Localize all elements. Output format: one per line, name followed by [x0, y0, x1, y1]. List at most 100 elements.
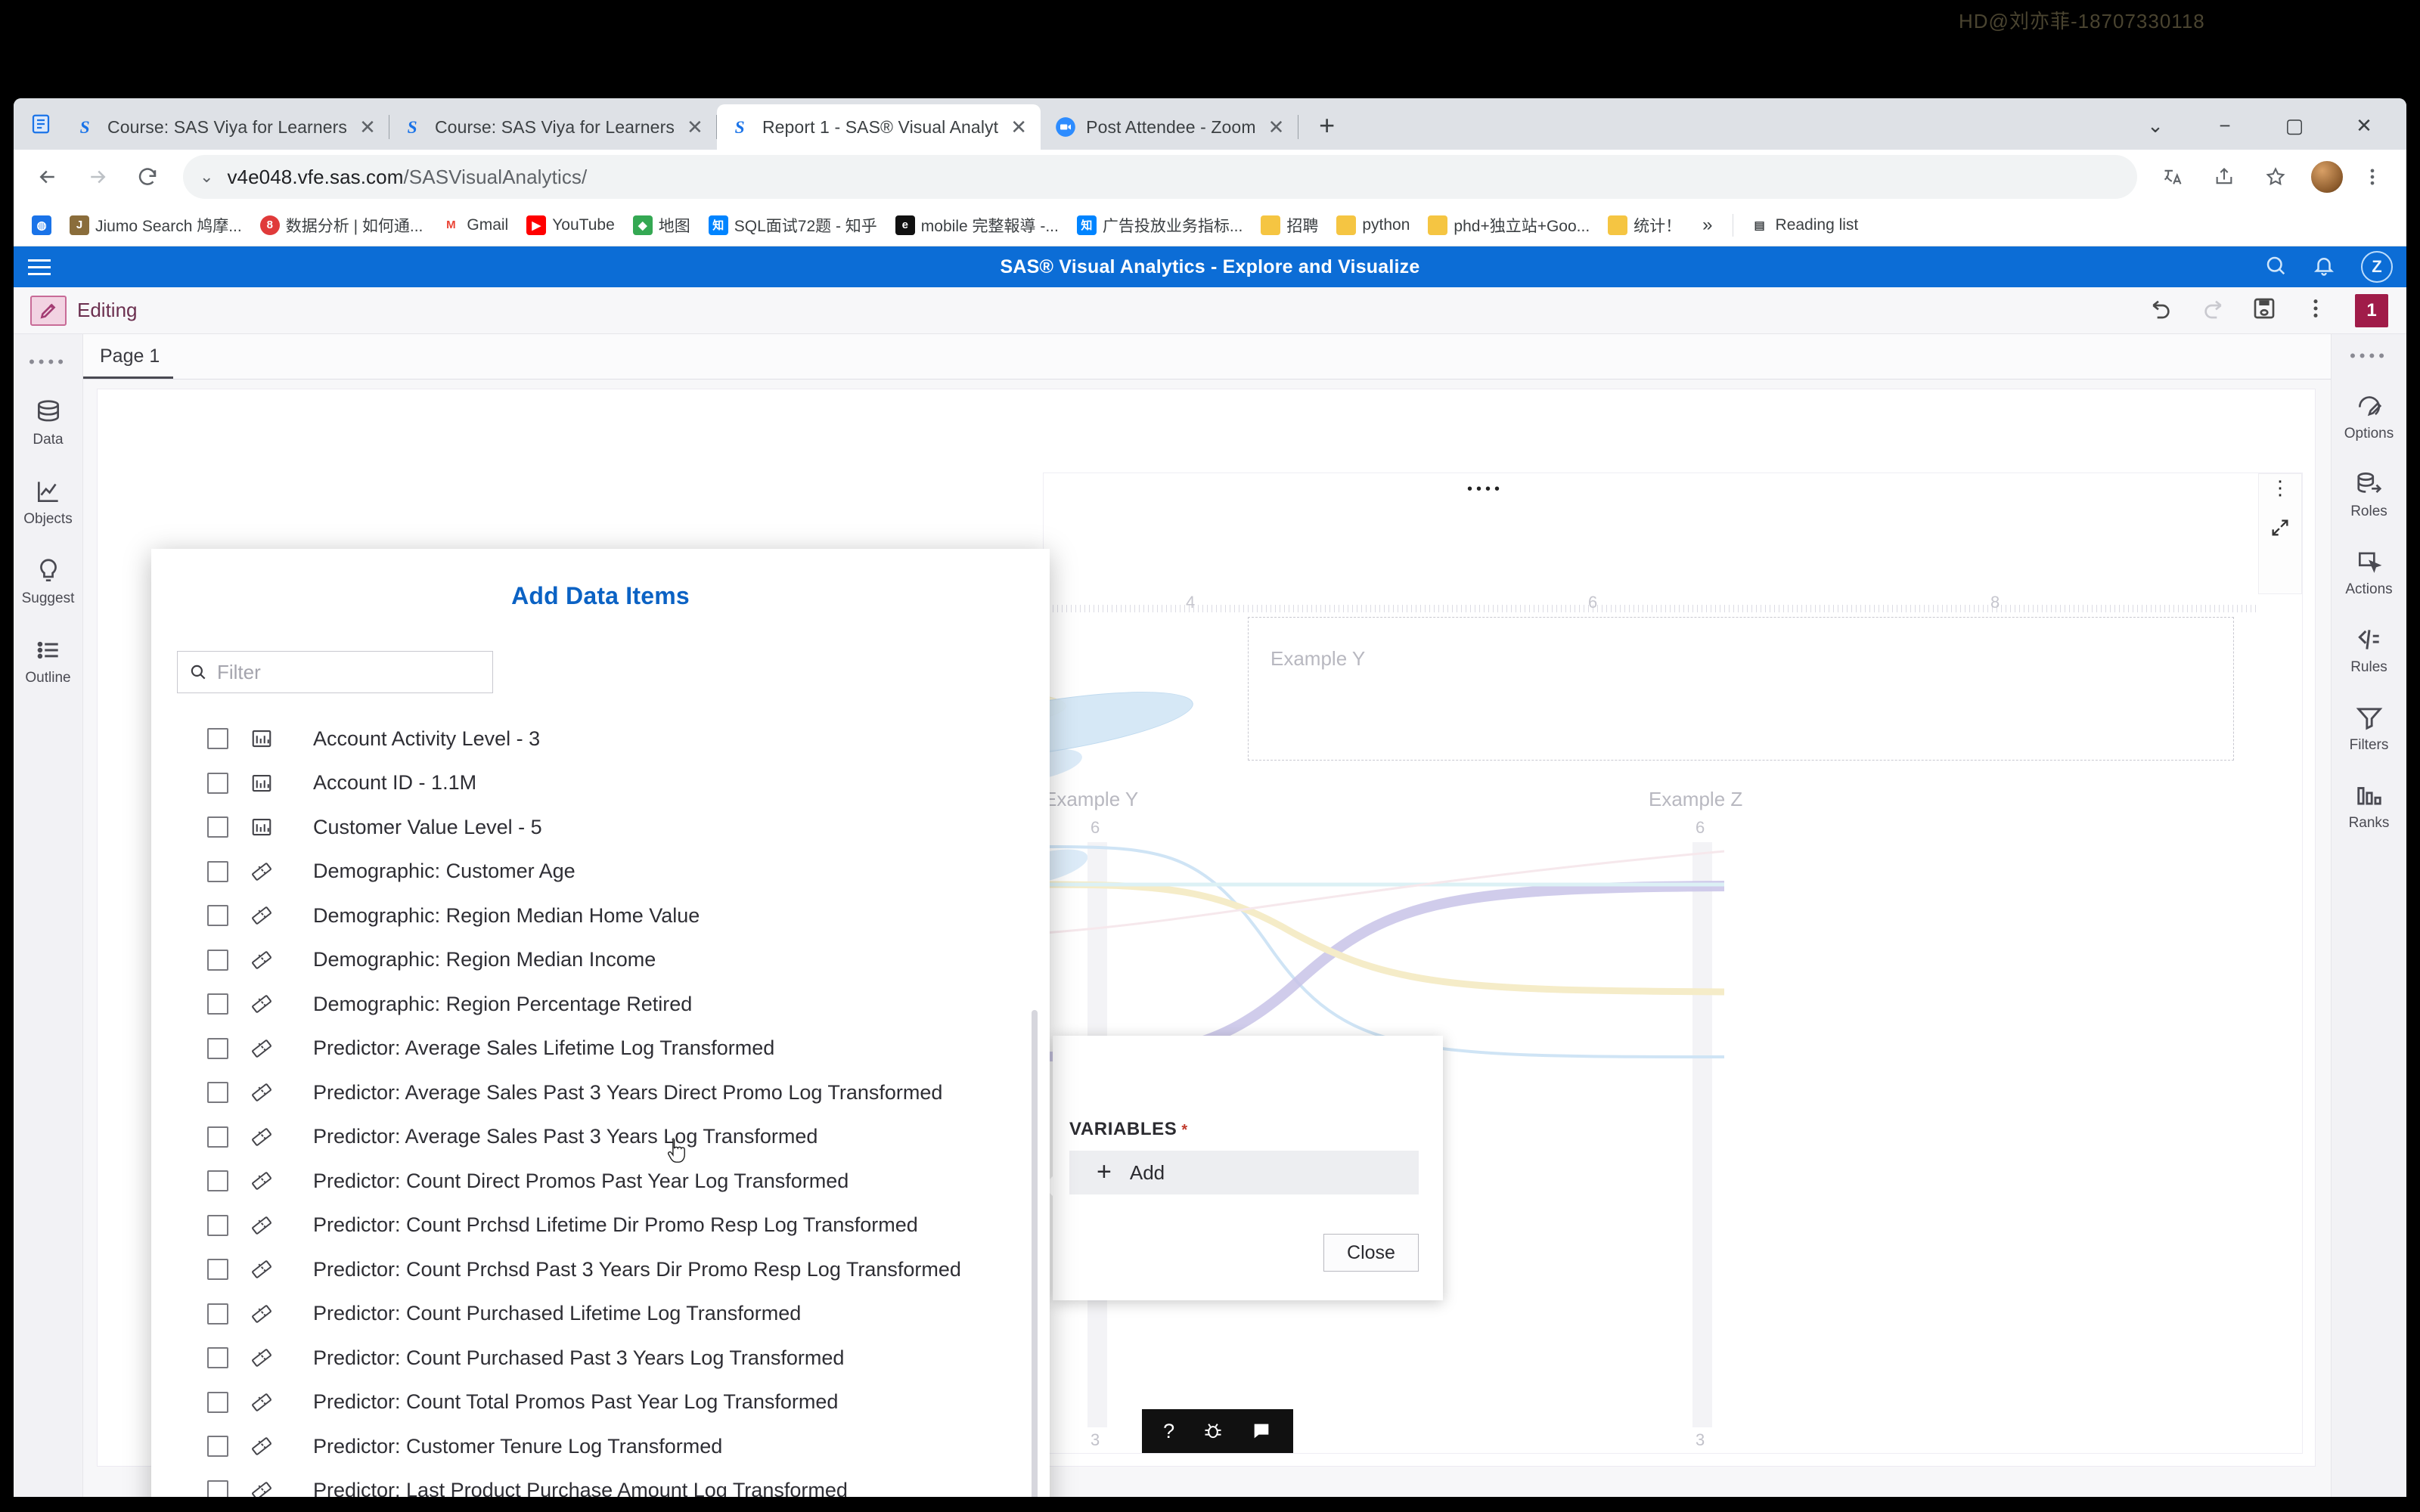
reading-list-button[interactable]: ▤ Reading list [1742, 212, 1866, 238]
data-item-row[interactable]: Predictor: Count Prchsd Past 3 Years Dir… [177, 1247, 1027, 1292]
tab-close-icon[interactable]: ✕ [1265, 116, 1288, 138]
rail-grip-icon[interactable]: •••• [2350, 346, 2388, 366]
data-item-checkbox[interactable] [207, 1391, 228, 1413]
data-item-row[interactable]: Predictor: Count Total Promos Past Year … [177, 1380, 1027, 1425]
data-item-row[interactable]: Predictor: Average Sales Past 3 Years Di… [177, 1070, 1027, 1115]
filter-box[interactable] [177, 651, 493, 693]
data-item-row[interactable]: Account Activity Level - 3 [177, 717, 1027, 761]
sidebar-item-ranks[interactable]: Ranks [2332, 781, 2407, 832]
data-item-checkbox[interactable] [207, 860, 228, 882]
page-count-badge[interactable]: 1 [2355, 293, 2388, 327]
bookmark-folder[interactable]: python [1329, 212, 1417, 238]
share-icon[interactable] [2201, 153, 2248, 200]
browser-tab-3-active[interactable]: S Report 1 - SAS® Visual Analyt ✕ [716, 104, 1041, 150]
data-item-checkbox[interactable] [207, 1170, 228, 1192]
bookmark-folder[interactable]: 统计！ [1600, 211, 1689, 240]
editing-mode-chip[interactable]: Editing [14, 295, 138, 326]
data-item-row[interactable]: Demographic: Region Median Home Value [177, 894, 1027, 938]
viz-drag-handle-icon[interactable]: •••• [1467, 481, 1503, 498]
data-item-checkbox[interactable] [207, 1126, 228, 1148]
data-item-row[interactable]: Predictor: Last Product Purchase Amount … [177, 1469, 1027, 1497]
data-item-checkbox[interactable] [207, 949, 228, 971]
list-scrollbar[interactable] [1032, 1010, 1038, 1497]
bookmark-item[interactable]: 8 数据分析 | 如何通... [253, 211, 431, 240]
data-item-checkbox[interactable] [207, 993, 228, 1015]
data-item-checkbox[interactable] [207, 905, 228, 927]
bookmark-star-icon[interactable] [2252, 153, 2299, 200]
data-item-checkbox[interactable] [207, 1214, 228, 1236]
more-vertical-icon[interactable]: ⋮ [2270, 478, 2290, 497]
sidebar-item-rules[interactable]: Rules [2332, 625, 2407, 676]
sidebar-item-suggest[interactable]: Suggest [14, 556, 83, 607]
tab-close-icon[interactable]: ✕ [356, 116, 379, 138]
bookmark-item[interactable]: ▶ YouTube [519, 212, 622, 238]
question-mark-icon[interactable]: ? [1163, 1420, 1174, 1443]
data-item-checkbox[interactable] [207, 1303, 228, 1325]
maximize-icon[interactable] [2270, 517, 2291, 542]
data-item-checkbox[interactable] [207, 1082, 228, 1104]
sidebar-item-roles[interactable]: Roles [2332, 469, 2407, 520]
browser-menu-icon[interactable] [2349, 153, 2396, 200]
chevron-down-icon[interactable]: ⌄ [200, 167, 213, 187]
add-variable-button[interactable]: + Add [1069, 1151, 1419, 1194]
data-item-row[interactable]: Predictor: Count Direct Promos Past Year… [177, 1159, 1027, 1204]
avatar[interactable]: Z [2361, 251, 2393, 283]
data-item-row[interactable]: Account ID - 1.1M [177, 761, 1027, 806]
data-item-row[interactable]: Predictor: Count Purchased Lifetime Log … [177, 1292, 1027, 1337]
data-item-row[interactable]: Predictor: Count Purchased Past 3 Years … [177, 1336, 1027, 1380]
sidebar-item-filters[interactable]: Filters [2332, 703, 2407, 754]
data-item-checkbox[interactable] [207, 1436, 228, 1458]
sidebar-item-outline[interactable]: Outline [14, 636, 83, 686]
profile-avatar[interactable] [2310, 160, 2344, 194]
browser-tab-1[interactable]: S Course: SAS Viya for Learners ✕ [62, 104, 389, 150]
data-item-row[interactable]: Customer Value Level - 5 [177, 805, 1027, 850]
data-item-row[interactable]: Demographic: Customer Age [177, 850, 1027, 894]
undo-icon[interactable] [2149, 296, 2173, 324]
data-item-checkbox[interactable] [207, 1479, 228, 1497]
bookmark-item[interactable]: M Gmail [433, 212, 516, 238]
browser-tab-4[interactable]: Post Attendee - Zoom ✕ [1041, 104, 1299, 150]
bug-icon[interactable] [1202, 1421, 1224, 1442]
bookmark-item[interactable]: e mobile 完整報導 -... [888, 211, 1066, 240]
tab-close-icon[interactable]: ✕ [684, 116, 706, 138]
data-item-row[interactable]: Predictor: Count Prchsd Lifetime Dir Pro… [177, 1204, 1027, 1248]
data-items-list[interactable]: Account Activity Level - 3 Account ID - 1… [177, 717, 1027, 1497]
data-item-checkbox[interactable] [207, 1259, 228, 1281]
bell-icon[interactable] [2313, 254, 2335, 280]
reload-icon[interactable] [124, 153, 171, 200]
close-button[interactable]: ✕ [2329, 104, 2399, 147]
chat-bubble-icon[interactable] [1251, 1421, 1272, 1442]
address-bar[interactable]: ⌄ v4e048.vfe.sas.com/SASVisualAnalytics/ [183, 155, 2137, 199]
translate-icon[interactable] [2149, 153, 2196, 200]
data-item-row[interactable]: Demographic: Region Percentage Retired [177, 982, 1027, 1027]
data-item-checkbox[interactable] [207, 1347, 228, 1369]
maximize-button[interactable]: ▢ [2260, 104, 2329, 147]
back-icon[interactable] [24, 153, 71, 200]
bookmark-item[interactable]: J Jiumo Search 鸠摩... [62, 211, 250, 240]
data-item-checkbox[interactable] [207, 772, 228, 794]
tab-page-1[interactable]: Page 1 [83, 345, 174, 379]
bookmark-folder[interactable]: 招聘 [1253, 211, 1326, 240]
data-item-checkbox[interactable] [207, 728, 228, 750]
sidebar-item-objects[interactable]: Objects [14, 477, 83, 528]
more-vertical-icon[interactable] [2304, 296, 2328, 324]
data-item-checkbox[interactable] [207, 816, 228, 838]
bookmark-item[interactable]: ◍ [24, 212, 59, 238]
bookmark-item[interactable]: 知 广告投放业务指标... [1069, 211, 1251, 240]
bookmark-folder[interactable]: phd+独立站+Goo... [1420, 211, 1597, 240]
tab-search-icon[interactable] [20, 98, 62, 150]
bookmark-item[interactable]: 知 SQL面试72题 - 知乎 [701, 211, 885, 240]
new-tab-button[interactable]: + [1306, 104, 1348, 147]
data-item-row[interactable]: Predictor: Average Sales Lifetime Log Tr… [177, 1027, 1027, 1071]
data-item-checkbox[interactable] [207, 1037, 228, 1059]
tab-list-chevron-icon[interactable]: ⌄ [2121, 104, 2190, 147]
bookmarks-overflow-icon[interactable]: » [1692, 212, 1723, 239]
bookmark-item[interactable]: ◆ 地图 [625, 211, 698, 240]
tab-close-icon[interactable]: ✕ [1007, 116, 1030, 138]
rail-grip-icon[interactable]: •••• [29, 352, 67, 372]
sidebar-item-options[interactable]: Options [2332, 392, 2407, 442]
hamburger-icon[interactable] [14, 246, 65, 287]
redo-icon[interactable] [2201, 296, 2225, 324]
browser-tab-2[interactable]: S Course: SAS Viya for Learners ✕ [389, 104, 717, 150]
filter-input[interactable] [217, 660, 482, 684]
